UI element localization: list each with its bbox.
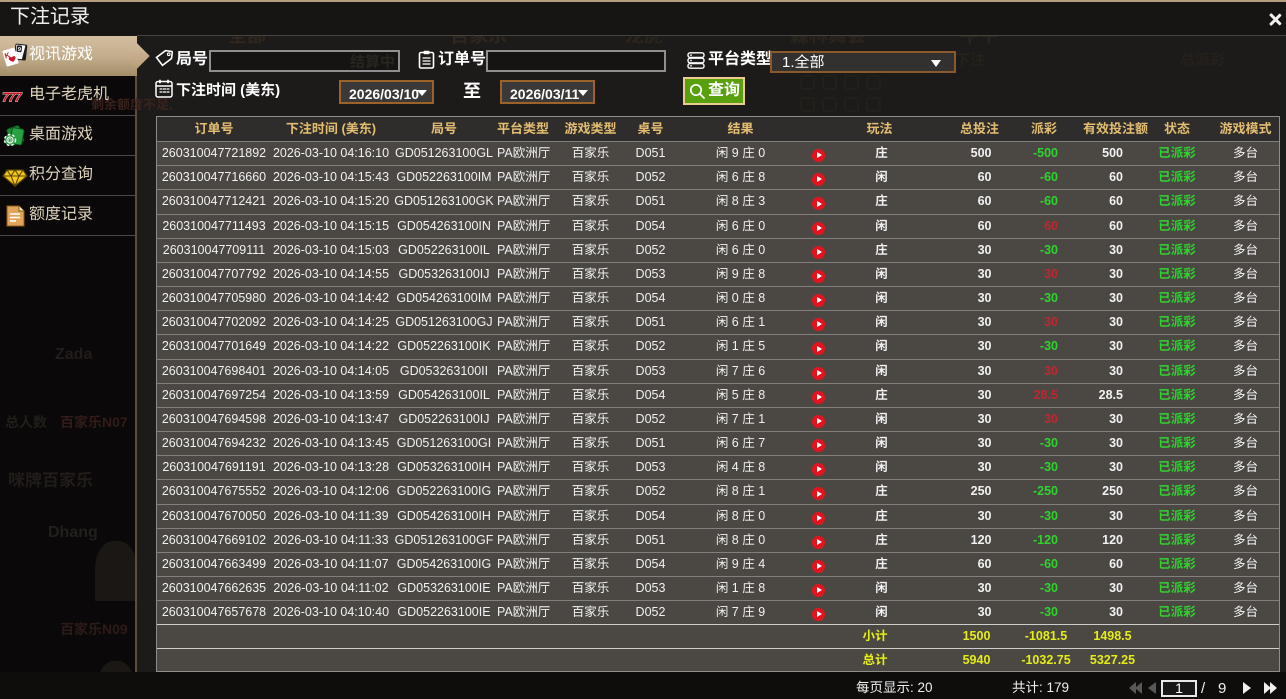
svg-text:0: 0 (8, 138, 12, 145)
svg-text:777: 777 (2, 90, 22, 105)
